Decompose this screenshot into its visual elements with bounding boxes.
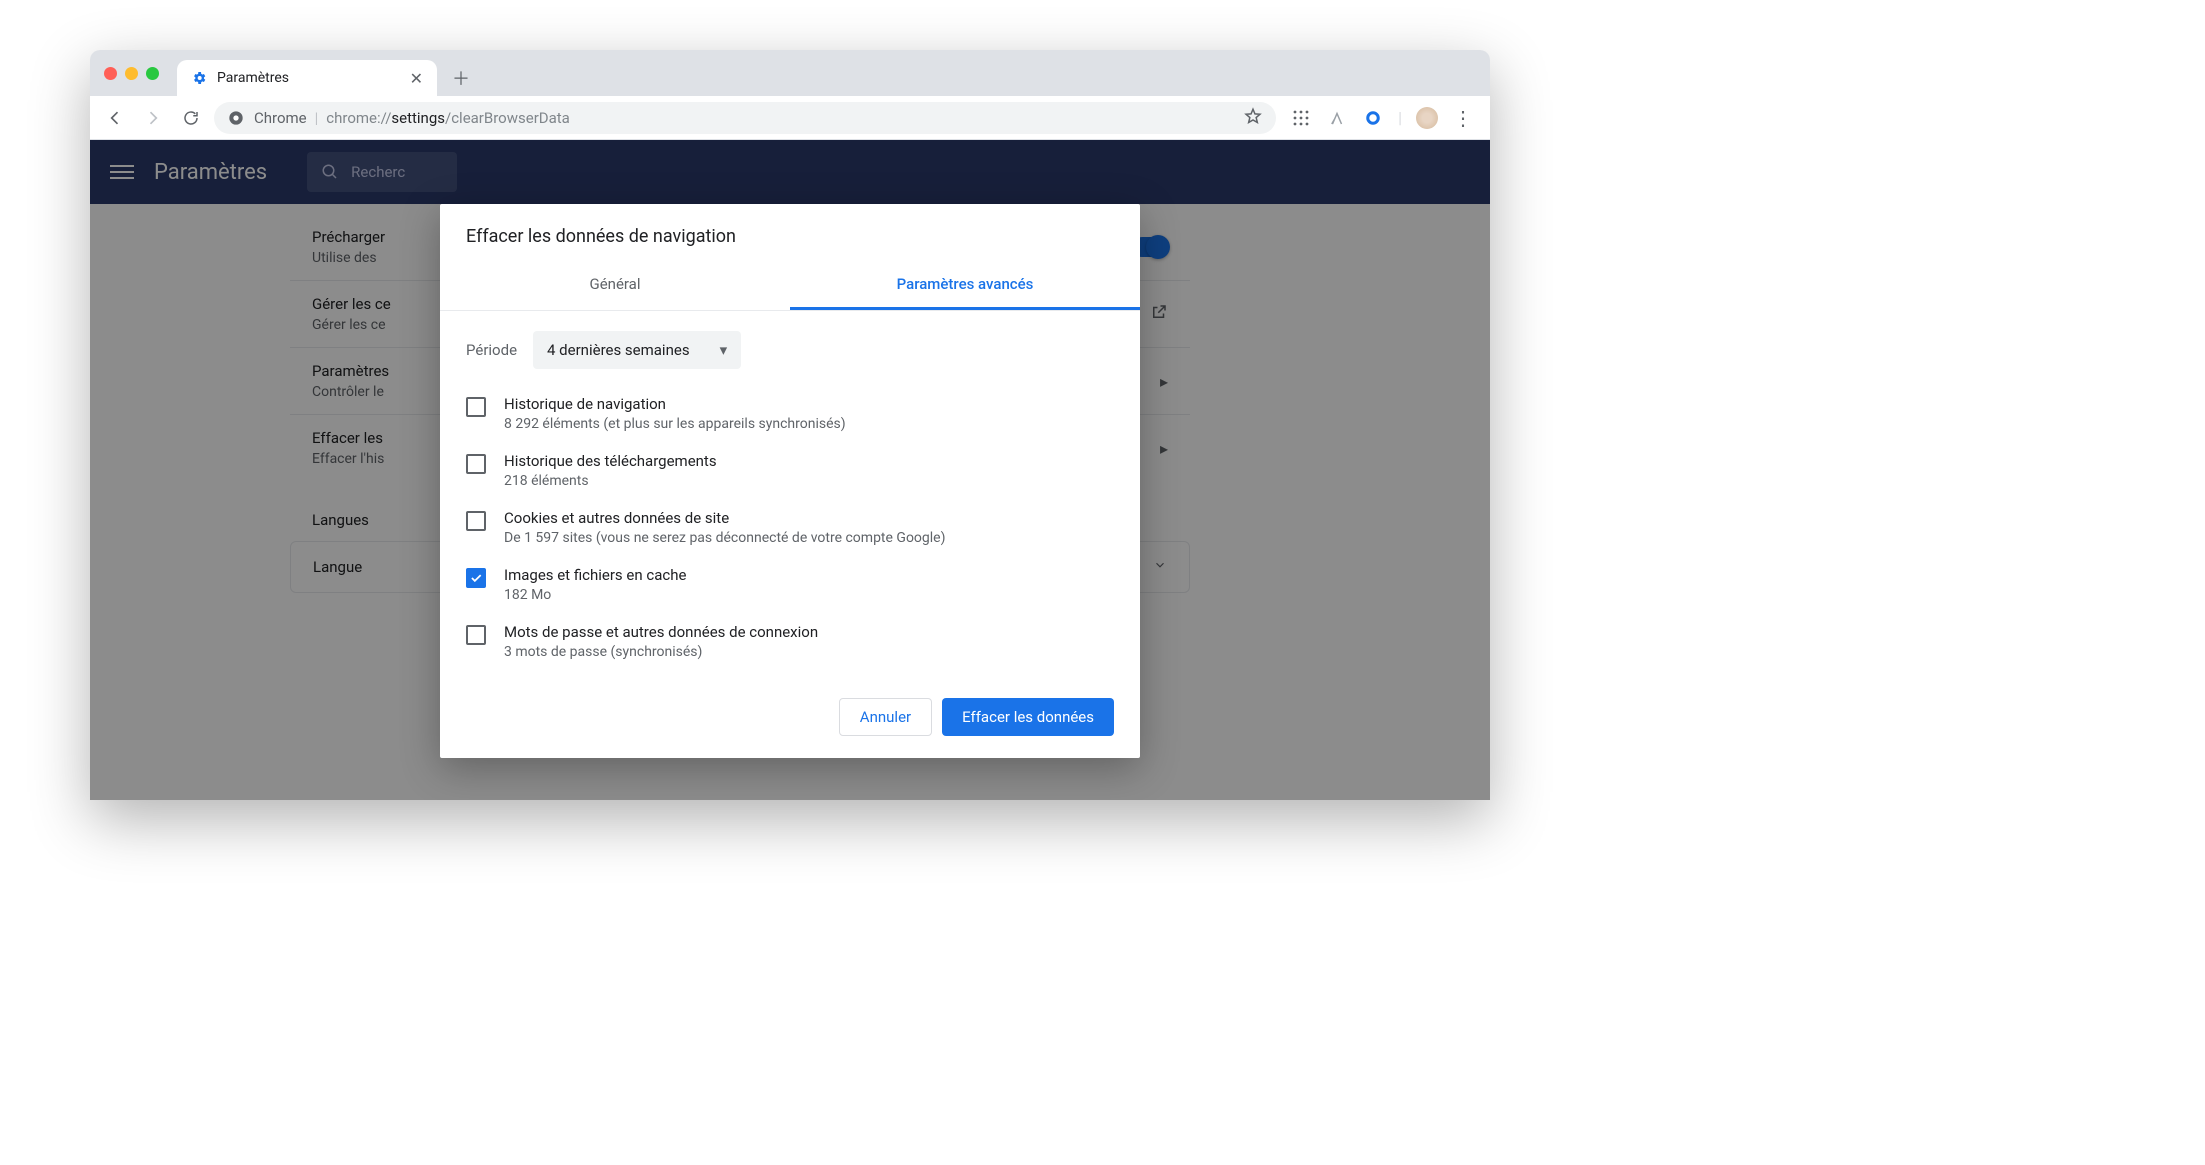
item-title: Historique des téléchargements [504, 452, 717, 470]
profile-avatar[interactable] [1416, 107, 1438, 129]
clear-data-button[interactable]: Effacer les données [942, 698, 1114, 736]
window-fullscreen-button[interactable] [146, 67, 159, 80]
window-controls [104, 50, 177, 96]
period-label: Période [466, 341, 517, 359]
dropdown-arrow-icon: ▾ [720, 341, 728, 359]
tab-advanced[interactable]: Paramètres avancés [790, 261, 1140, 310]
item-subtitle: 218 éléments [504, 473, 717, 489]
tab-title: Paramètres [217, 70, 289, 86]
item-subtitle: 8 292 éléments (et plus sur les appareil… [504, 416, 846, 432]
period-select[interactable]: 4 dernières semaines ▾ [533, 331, 741, 369]
item-subtitle: De 1 597 sites (vous ne serez pas déconn… [504, 530, 945, 546]
clear-data-item: Images et fichiers en cache 182 Mo [466, 556, 1114, 613]
checkbox[interactable] [466, 568, 486, 588]
gear-icon [191, 70, 207, 86]
browser-window: Paramètres ✕ ＋ Chrome | chrome://setting… [90, 50, 1490, 800]
extension-icons: | ⋮ [1284, 107, 1480, 129]
clear-data-item: Mots de passe et autres données de conne… [466, 613, 1114, 670]
item-title: Cookies et autres données de site [504, 509, 945, 527]
browser-menu-button[interactable]: ⋮ [1452, 107, 1474, 129]
period-row: Période 4 dernières semaines ▾ [440, 311, 1140, 379]
bookmark-star-icon[interactable] [1244, 107, 1262, 129]
checkbox[interactable] [466, 511, 486, 531]
tab-general[interactable]: Général [440, 261, 790, 310]
page-content: Paramètres Recherc PréchargerUtilise des… [90, 140, 1490, 800]
dialog-buttons: Annuler Effacer les données [440, 680, 1140, 758]
item-title: Historique de navigation [504, 395, 846, 413]
item-subtitle: 3 mots de passe (synchronisés) [504, 644, 818, 660]
chrome-icon [228, 110, 244, 126]
back-button[interactable] [100, 103, 130, 133]
item-subtitle: 182 Mo [504, 587, 686, 603]
url-text: Chrome | chrome://settings/clearBrowserD… [254, 109, 570, 127]
dialog-title: Effacer les données de navigation [440, 204, 1140, 261]
clear-data-item: Cookies et autres données de site De 1 59… [466, 499, 1114, 556]
window-close-button[interactable] [104, 67, 117, 80]
reload-button[interactable] [176, 103, 206, 133]
extension-grid-icon[interactable] [1290, 107, 1312, 129]
item-title: Images et fichiers en cache [504, 566, 686, 584]
checkbox[interactable] [466, 454, 486, 474]
browser-tab-settings[interactable]: Paramètres ✕ [177, 60, 437, 96]
extension-circle-icon[interactable] [1362, 107, 1384, 129]
dialog-tabs: Général Paramètres avancés [440, 261, 1140, 311]
item-title: Mots de passe et autres données de conne… [504, 623, 818, 641]
clear-data-item: Historique des téléchargements 218 élémen… [466, 442, 1114, 499]
cancel-button[interactable]: Annuler [839, 698, 932, 736]
forward-button[interactable] [138, 103, 168, 133]
browser-toolbar: Chrome | chrome://settings/clearBrowserD… [90, 96, 1490, 140]
checkbox[interactable] [466, 625, 486, 645]
clear-browsing-data-dialog: Effacer les données de navigation Généra… [440, 204, 1140, 758]
new-tab-button[interactable]: ＋ [447, 64, 475, 92]
clear-data-item: Historique de navigation 8 292 éléments (… [466, 385, 1114, 442]
checkbox[interactable] [466, 397, 486, 417]
window-minimize-button[interactable] [125, 67, 138, 80]
clear-data-items: Historique de navigation 8 292 éléments (… [440, 379, 1140, 680]
extension-lambda-icon[interactable] [1326, 107, 1348, 129]
close-tab-icon[interactable]: ✕ [410, 69, 423, 88]
address-bar[interactable]: Chrome | chrome://settings/clearBrowserD… [214, 102, 1276, 134]
tab-strip: Paramètres ✕ ＋ [90, 50, 1490, 96]
